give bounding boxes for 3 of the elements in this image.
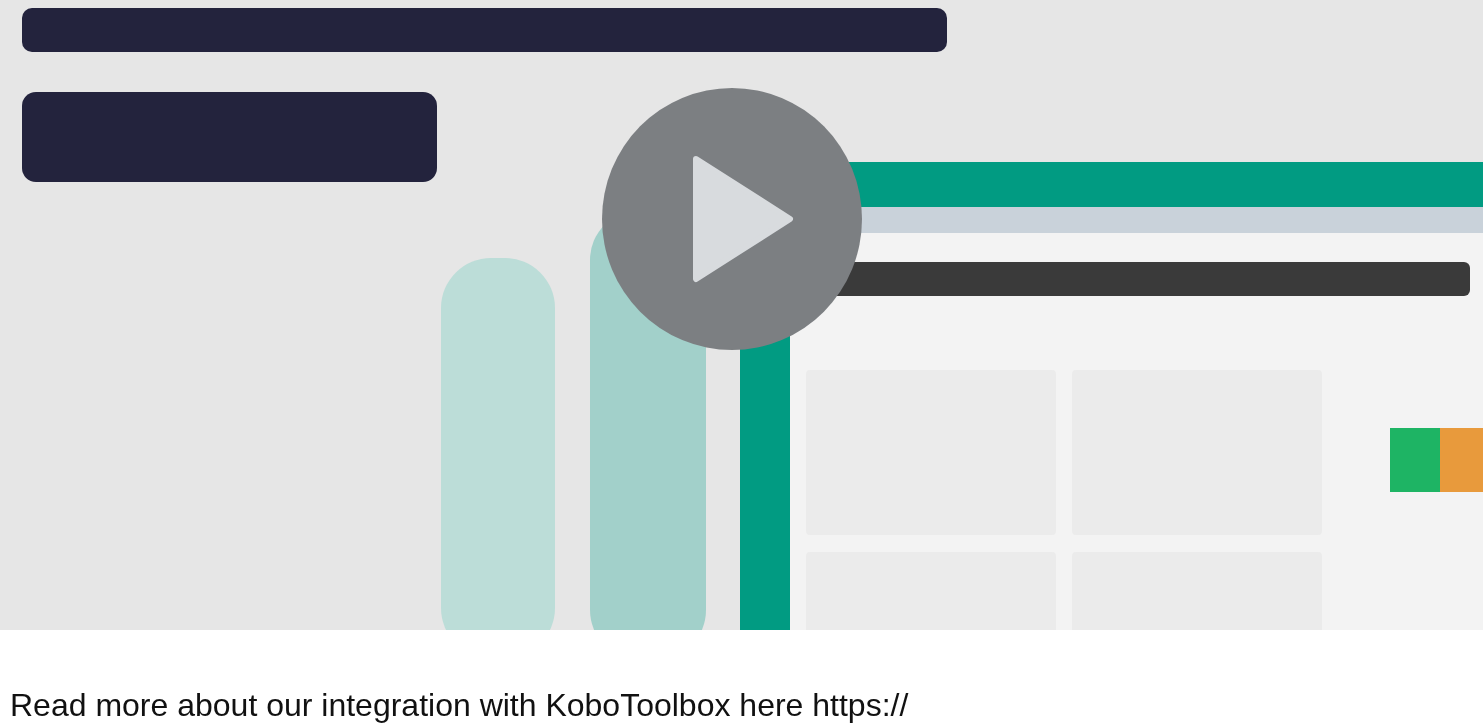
play-icon (692, 155, 794, 283)
link[interactable]: https:// (812, 687, 909, 723)
caption-text: Read more about our integration with KoboToolbox here https:// (10, 686, 910, 724)
